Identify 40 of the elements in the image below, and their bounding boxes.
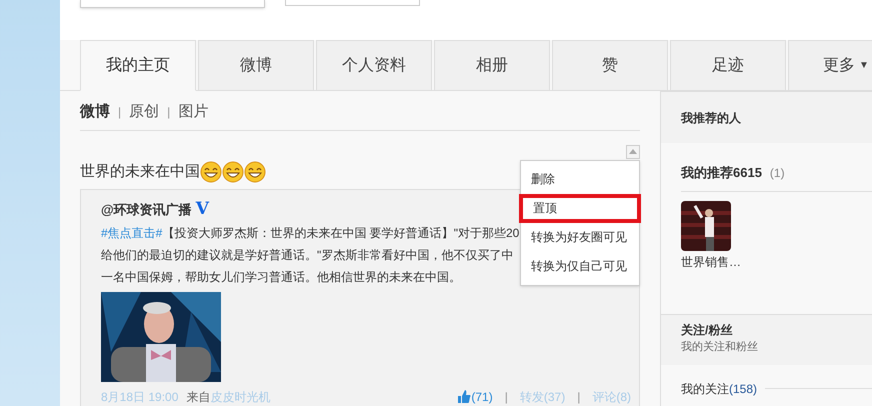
section-subtitle: 我的关注和粉丝 [681,340,758,354]
thumbs-up-icon [458,390,472,403]
menu-item[interactable]: 转换为好友圈可见 [521,222,639,252]
collapse-button[interactable] [626,144,640,158]
grin-emoji-icon [244,160,266,183]
sub-tab[interactable]: 图片 [178,101,208,124]
repost-text: 一名中国保姆，帮助女儿们学习普通话。他相信世界的未来在中国。 [101,268,461,286]
tab[interactable]: 赞 [552,40,668,90]
tab[interactable]: 我的主页 [80,40,196,91]
tab[interactable]: 相册 [434,40,550,90]
verified-icon: V [196,201,209,218]
source-label: 来自 [186,388,210,406]
tab[interactable]: 足迹 [670,40,786,90]
tab[interactable]: 微博 [198,40,314,90]
count-label[interactable]: (158) [729,380,758,398]
tab[interactable]: 更多 ▼ [788,40,872,90]
separator: | [504,388,508,406]
panel-title: 我推荐的人 [681,110,741,126]
grin-emoji-icon [222,160,244,183]
menu-item[interactable]: 删除 [521,164,639,194]
caret-up-icon [629,149,637,154]
section-title: 关注/粉丝 [681,322,732,338]
separator: | [118,104,122,122]
sub-tab[interactable]: 原创 [129,101,160,124]
menu-item[interactable]: 转换为仅自己可见 [521,252,639,280]
count-label: (1) [770,165,785,182]
separator: | [167,104,170,122]
caret-icon: ▼ [859,58,869,73]
grin-emoji-icon [200,160,222,183]
author-link[interactable]: @环球资讯广播 [101,200,192,220]
section-title: 我的推荐6615 [681,164,762,182]
person-name[interactable]: 世界销售… [681,252,741,270]
tab[interactable]: 个人资料 [316,40,432,90]
separator: | [577,388,580,406]
sub-tab[interactable]: 微博 [80,101,110,124]
repost-text: 【投资大师罗杰斯：世界的未来在中国 要学好普通话】"对于那些20 [162,224,520,242]
menu-item[interactable]: 置顶 [519,194,641,222]
repost-text: 给他们的最迫切的建议就是学好普通话。"罗杰斯非常看好中国，他不仅买了中 [101,246,514,264]
following-label[interactable]: 我的关注 [681,380,729,398]
post-text: 世界的未来在中国 [80,162,200,182]
